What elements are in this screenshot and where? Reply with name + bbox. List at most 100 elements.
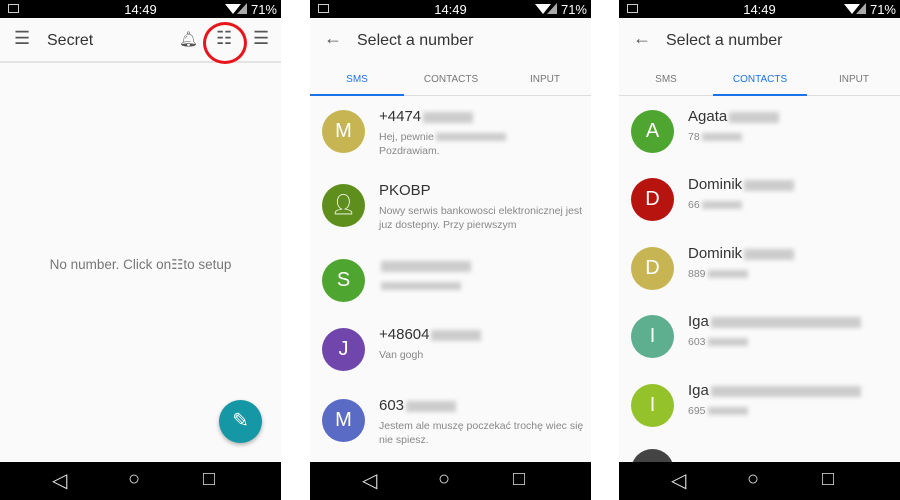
redacted-text <box>744 248 795 260</box>
tune-icon[interactable]: ☰ <box>253 28 269 49</box>
home-icon[interactable]: ○ <box>438 468 450 491</box>
item-title-text: Dominik <box>688 245 743 262</box>
signal-icon <box>237 3 247 14</box>
battery-level: 71% <box>869 2 896 17</box>
item-subtitle: 78 <box>688 130 893 144</box>
list-item[interactable]: M 603 Jestem ale muszę poczekać trochę wie… <box>310 397 591 459</box>
back-icon[interactable]: ◁ <box>671 468 686 493</box>
status-bar: 14:49 71% <box>310 0 591 18</box>
list-item[interactable]: S <box>310 259 591 319</box>
redacted-text <box>381 260 471 272</box>
status-bar: 14:49 71% <box>0 0 281 18</box>
list-icon: ☷ <box>171 257 184 272</box>
redacted-text <box>431 329 482 341</box>
page-title: Select a number <box>357 32 474 49</box>
back-icon[interactable]: ◁ <box>52 468 67 493</box>
item-subtitle-line2: Pozdrawiam. <box>379 145 440 157</box>
back-arrow-icon[interactable]: ← <box>633 28 651 49</box>
item-title: Agata <box>688 108 780 125</box>
redacted-text <box>381 282 461 291</box>
item-title: Dominik <box>688 176 795 193</box>
app-bar: ← Select a number <box>310 18 591 63</box>
page-title: Select a number <box>666 32 783 49</box>
item-title-text: 603 <box>379 397 405 414</box>
item-subtitle: Nowy serwis bankowosci elektronicznej je… <box>379 204 584 232</box>
item-title: Dominik <box>688 245 795 262</box>
avatar: A <box>631 110 674 153</box>
list-item[interactable]: J +48604 Van gogh <box>310 326 591 388</box>
tab-bar: SMS CONTACTS INPUT <box>310 63 591 96</box>
item-title-text: Iga <box>688 382 709 399</box>
battery-level: 71% <box>560 2 587 17</box>
item-subtitle-text: 78 <box>688 131 700 143</box>
item-subtitle: 66 <box>688 198 893 212</box>
list-item[interactable]: I Iga 695 <box>619 382 900 444</box>
redacted-text <box>701 201 742 210</box>
status-bar: 14:49 71% <box>619 0 900 18</box>
avatar: M <box>322 110 365 153</box>
list-item[interactable]: A Agata 78 <box>619 108 900 170</box>
item-subtitle-text: 695 <box>688 405 706 417</box>
item-title: +4474 <box>379 108 474 125</box>
recents-icon[interactable]: □ <box>203 468 215 491</box>
home-icon[interactable]: ○ <box>128 468 140 491</box>
tab-contacts[interactable]: CONTACTS <box>404 63 498 96</box>
tab-input[interactable]: INPUT <box>807 63 900 96</box>
edit-fab-button[interactable]: ✎ <box>219 400 262 443</box>
tab-contacts[interactable]: CONTACTS <box>713 63 807 96</box>
menu-icon[interactable]: ☰ <box>14 28 30 49</box>
item-subtitle-text: Jestem ale muszę poczekać trochę wiec si… <box>379 420 584 446</box>
back-icon[interactable]: ◁ <box>362 468 377 493</box>
avatar: S <box>322 259 365 302</box>
nav-bar: ◁ ○ □ <box>0 462 281 500</box>
phone-contacts-tab: 14:49 71% ← Select a number SMS CONTACTS INP… <box>619 0 900 500</box>
list-item[interactable]: I Iga 603 <box>619 313 900 375</box>
redacted-text <box>707 407 748 416</box>
item-subtitle-text: 889 <box>688 268 706 280</box>
item-title-text: +48604 <box>379 326 430 343</box>
tab-input[interactable]: INPUT <box>498 63 591 96</box>
phone-sms-tab: 14:49 71% ← Select a number SMS CONTACTS INP… <box>310 0 591 500</box>
app-title: Secret <box>47 32 94 49</box>
avatar: I <box>631 315 674 358</box>
recents-icon[interactable]: □ <box>513 468 525 491</box>
recents-icon[interactable]: □ <box>822 468 834 491</box>
tab-bar: SMS CONTACTS INPUT <box>619 63 900 96</box>
empty-text-after: to setup <box>183 257 232 272</box>
signal-icon <box>856 3 866 14</box>
item-title: Iga <box>688 382 861 399</box>
item-subtitle: Jestem ale muszę poczekać trochę wiec si… <box>379 419 584 447</box>
list-item[interactable]: M +4474 Hej, pewnie Pozdrawiam. <box>310 108 591 170</box>
item-subtitle: 603 <box>688 335 893 349</box>
item-subtitle: Van gogh <box>379 348 584 362</box>
redacted-text <box>423 111 474 123</box>
item-title-text: Iga <box>688 313 709 330</box>
signal-icon <box>547 3 557 14</box>
highlight-circle <box>203 22 247 64</box>
avatar: M <box>322 399 365 442</box>
empty-text-before: No number. Click on <box>49 257 172 272</box>
list-item[interactable]: 👤︎ PKOBP Nowy serwis bankowosci elektronic… <box>310 182 591 244</box>
item-subtitle <box>379 279 584 293</box>
avatar: J <box>322 328 365 371</box>
avatar: D <box>631 178 674 221</box>
battery-level: 71% <box>250 2 277 17</box>
empty-state-message: No number. Click on☷to setup <box>0 257 281 273</box>
redacted-text <box>707 270 748 279</box>
list-item[interactable]: D Dominik 889 <box>619 245 900 307</box>
tab-sms[interactable]: SMS <box>619 63 713 96</box>
item-subtitle: 695 <box>688 404 893 418</box>
item-title: 603 <box>379 397 457 414</box>
redacted-text <box>707 338 748 347</box>
snooze-bell-icon[interactable]: 🔔︎ <box>179 30 198 48</box>
avatar: I <box>631 384 674 427</box>
nav-bar: ◁ ○ □ <box>310 462 591 500</box>
item-subtitle-text: Van gogh <box>379 349 424 361</box>
list-item[interactable]: D Dominik 66 <box>619 176 900 238</box>
item-subtitle-text: Nowy serwis bankowosci elektronicznej je… <box>379 205 583 231</box>
back-arrow-icon[interactable]: ← <box>324 28 342 49</box>
home-icon[interactable]: ○ <box>747 468 759 491</box>
tab-sms[interactable]: SMS <box>310 63 404 96</box>
item-title: Iga <box>688 313 861 330</box>
person-icon: 👤︎ <box>330 194 357 216</box>
